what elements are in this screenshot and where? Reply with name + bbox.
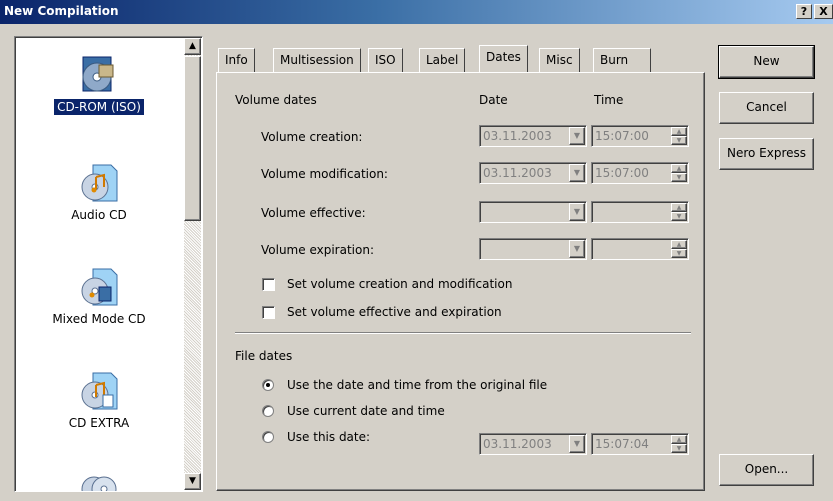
- compilation-type-list[interactable]: CD-ROM (ISO) Audio CD Mixed Mode CD CD E…: [14, 36, 203, 492]
- tab-iso[interactable]: ISO: [368, 48, 403, 72]
- tab-burn[interactable]: Burn: [593, 48, 651, 72]
- cd-extra-icon: [79, 371, 119, 411]
- cd-icon: [79, 467, 119, 491]
- volume-effective-time[interactable]: ▲ ▼: [591, 201, 689, 223]
- spin-up-icon[interactable]: ▲: [671, 127, 687, 136]
- volume-expiration-label: Volume expiration:: [261, 243, 374, 257]
- nero-express-button[interactable]: Nero Express: [719, 138, 814, 170]
- new-button[interactable]: New: [718, 45, 815, 79]
- audio-cd-icon: [79, 163, 119, 203]
- spin-up-icon[interactable]: ▲: [671, 203, 687, 212]
- tab-info[interactable]: Info: [218, 48, 255, 72]
- window-title: New Compilation: [4, 4, 119, 18]
- volume-modification-date[interactable]: 03.11.2003 ▼: [479, 162, 587, 184]
- volume-creation-time[interactable]: 15:07:00 ▲ ▼: [591, 125, 689, 147]
- this-date-value: 03.11.2003: [483, 437, 552, 451]
- spin-down-icon[interactable]: ▼: [671, 444, 687, 453]
- radio-original-file-date-label: Use the date and time from the original …: [287, 378, 548, 392]
- cancel-button[interactable]: Cancel: [719, 92, 814, 124]
- radio-this-date-label: Use this date:: [287, 430, 371, 444]
- time-column-header: Time: [594, 93, 624, 107]
- tab-misc[interactable]: Misc: [539, 48, 580, 72]
- section-divider: [235, 332, 691, 334]
- chevron-down-icon[interactable]: ▼: [569, 435, 585, 453]
- list-item-label: Mixed Mode CD: [52, 312, 146, 326]
- list-item-partial[interactable]: [16, 467, 182, 491]
- radio-current-date-label: Use current date and time: [287, 404, 445, 418]
- scroll-up-icon[interactable]: ▲: [184, 38, 201, 55]
- file-dates-heading: File dates: [235, 349, 293, 363]
- open-button[interactable]: Open...: [719, 454, 814, 486]
- this-time-value: 15:07:04: [595, 437, 649, 451]
- mixed-mode-cd-icon: [79, 267, 119, 307]
- scroll-thumb[interactable]: [184, 56, 201, 221]
- close-button[interactable]: X: [814, 4, 833, 19]
- volume-modification-date-value: 03.11.2003: [483, 166, 552, 180]
- chevron-down-icon[interactable]: ▼: [569, 164, 585, 182]
- dates-panel: Volume dates Date Time Volume creation: …: [216, 72, 705, 491]
- spin-down-icon[interactable]: ▼: [671, 136, 687, 145]
- list-item-cd-rom-iso[interactable]: CD-ROM (ISO): [16, 55, 182, 115]
- list-item-label: CD EXTRA: [68, 416, 130, 430]
- spin-down-icon[interactable]: ▼: [671, 173, 687, 182]
- volume-modification-time[interactable]: 15:07:00 ▲ ▼: [591, 162, 689, 184]
- volume-modification-label: Volume modification:: [261, 167, 388, 181]
- volume-dates-heading: Volume dates: [235, 93, 317, 107]
- volume-effective-date[interactable]: ▼: [479, 201, 587, 223]
- set-effective-expiration-label: Set volume effective and expiration: [287, 305, 502, 319]
- spin-down-icon[interactable]: ▼: [671, 249, 687, 258]
- radio-this-date[interactable]: [262, 431, 274, 443]
- cd-rom-iso-icon: [79, 55, 119, 95]
- spin-up-icon[interactable]: ▲: [671, 435, 687, 444]
- scroll-down-icon[interactable]: ▼: [184, 473, 201, 490]
- tab-multisession[interactable]: Multisession: [273, 48, 361, 72]
- volume-creation-time-value: 15:07:00: [595, 129, 649, 143]
- spin-up-icon[interactable]: ▲: [671, 164, 687, 173]
- set-creation-modification-label: Set volume creation and modification: [287, 277, 513, 291]
- this-time-field[interactable]: 15:07:04 ▲ ▼: [591, 433, 689, 455]
- volume-modification-time-value: 15:07:00: [595, 166, 649, 180]
- list-item-label: CD-ROM (ISO): [54, 99, 144, 115]
- set-effective-expiration-checkbox[interactable]: [262, 306, 275, 319]
- chevron-down-icon[interactable]: ▼: [569, 127, 585, 145]
- chevron-down-icon[interactable]: ▼: [569, 203, 585, 221]
- chevron-down-icon[interactable]: ▼: [569, 240, 585, 258]
- title-bar: New Compilation ? X: [0, 0, 833, 24]
- list-item-cd-extra[interactable]: CD EXTRA: [16, 371, 182, 431]
- spin-up-icon[interactable]: ▲: [671, 240, 687, 249]
- list-item-mixed-mode-cd[interactable]: Mixed Mode CD: [16, 267, 182, 327]
- volume-effective-label: Volume effective:: [261, 206, 366, 220]
- volume-expiration-time[interactable]: ▲ ▼: [591, 238, 689, 260]
- set-creation-modification-checkbox[interactable]: [262, 278, 275, 291]
- volume-creation-label: Volume creation:: [261, 130, 363, 144]
- radio-original-file-date[interactable]: [262, 379, 274, 391]
- tab-label[interactable]: Label: [419, 48, 466, 72]
- this-date-field[interactable]: 03.11.2003 ▼: [479, 433, 587, 455]
- list-scrollbar[interactable]: ▲ ▼: [184, 38, 201, 490]
- volume-expiration-date[interactable]: ▼: [479, 238, 587, 260]
- tab-dates[interactable]: Dates: [479, 45, 528, 72]
- help-button[interactable]: ?: [796, 4, 812, 19]
- volume-creation-date-value: 03.11.2003: [483, 129, 552, 143]
- date-column-header: Date: [479, 93, 508, 107]
- list-item-audio-cd[interactable]: Audio CD: [16, 163, 182, 223]
- list-item-label: Audio CD: [71, 208, 127, 222]
- radio-current-date[interactable]: [262, 405, 274, 417]
- volume-creation-date[interactable]: 03.11.2003 ▼: [479, 125, 587, 147]
- spin-down-icon[interactable]: ▼: [671, 212, 687, 221]
